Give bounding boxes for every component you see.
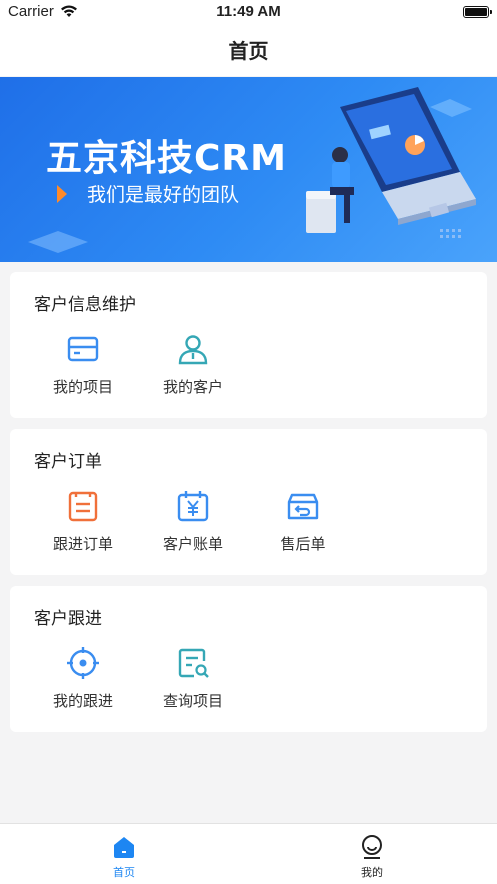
tab-label: 首页 — [113, 866, 135, 879]
item-label: 跟进订单 — [52, 535, 113, 553]
my-followups-button[interactable]: 我的跟进 — [38, 646, 128, 711]
item-label: 我的跟进 — [52, 692, 113, 710]
my-customers-button[interactable]: 我的客户 — [148, 332, 238, 397]
page-title: 首页 — [0, 26, 497, 76]
item-label: 我的客户 — [162, 378, 223, 396]
status-bar: Carrier 11:49 AM — [0, 0, 497, 26]
banner-title: 五京科技CRM — [46, 138, 287, 179]
section-title: 客户跟进 — [34, 609, 102, 629]
follow-target-icon — [67, 647, 99, 679]
banner-subtitle: 我们是最好的团队 — [87, 184, 240, 206]
follow-orders-button[interactable]: 跟进订单 — [38, 489, 128, 554]
tab-home[interactable]: 首页 — [84, 834, 164, 880]
profile-icon — [362, 835, 382, 859]
bill-yuan-icon — [177, 491, 209, 522]
item-label: 售后单 — [280, 535, 326, 553]
after-sales-box-icon — [287, 493, 319, 520]
query-projects-button[interactable]: 查询项目 — [148, 646, 238, 711]
tab-label: 我的 — [361, 866, 383, 879]
section-customer-info: 客户信息维护 我的项目 我的客户 — [10, 272, 487, 418]
section-title: 客户信息维护 — [34, 295, 136, 315]
tab-bar: 首页 我的 — [0, 823, 497, 884]
home-icon — [114, 837, 134, 858]
order-list-icon — [68, 491, 98, 522]
banner-illustration — [306, 87, 476, 238]
banner-arrow-icon — [57, 185, 67, 203]
banner-decor-shape — [28, 231, 88, 253]
item-label: 查询项目 — [162, 692, 223, 710]
section-customer-orders: 客户订单 跟进订单 客户账单 售后单 — [10, 429, 487, 575]
after-sales-button[interactable]: 售后单 — [258, 489, 348, 554]
search-document-icon — [178, 648, 209, 678]
section-customer-followup: 客户跟进 我的跟进 查询项目 — [10, 586, 487, 732]
tab-profile[interactable]: 我的 — [332, 834, 412, 880]
clock-time: 11:49 AM — [216, 3, 281, 20]
item-label: 我的项目 — [52, 378, 113, 396]
customer-bills-button[interactable]: 客户账单 — [148, 489, 238, 554]
my-projects-button[interactable]: 我的项目 — [38, 332, 128, 397]
promo-banner[interactable]: 五京科技CRM 我们是最好的团队 — [0, 77, 497, 262]
item-label: 客户账单 — [162, 535, 223, 553]
project-card-icon — [67, 336, 99, 362]
section-title: 客户订单 — [34, 452, 102, 472]
battery-icon — [463, 6, 492, 18]
customer-person-icon — [178, 335, 208, 365]
